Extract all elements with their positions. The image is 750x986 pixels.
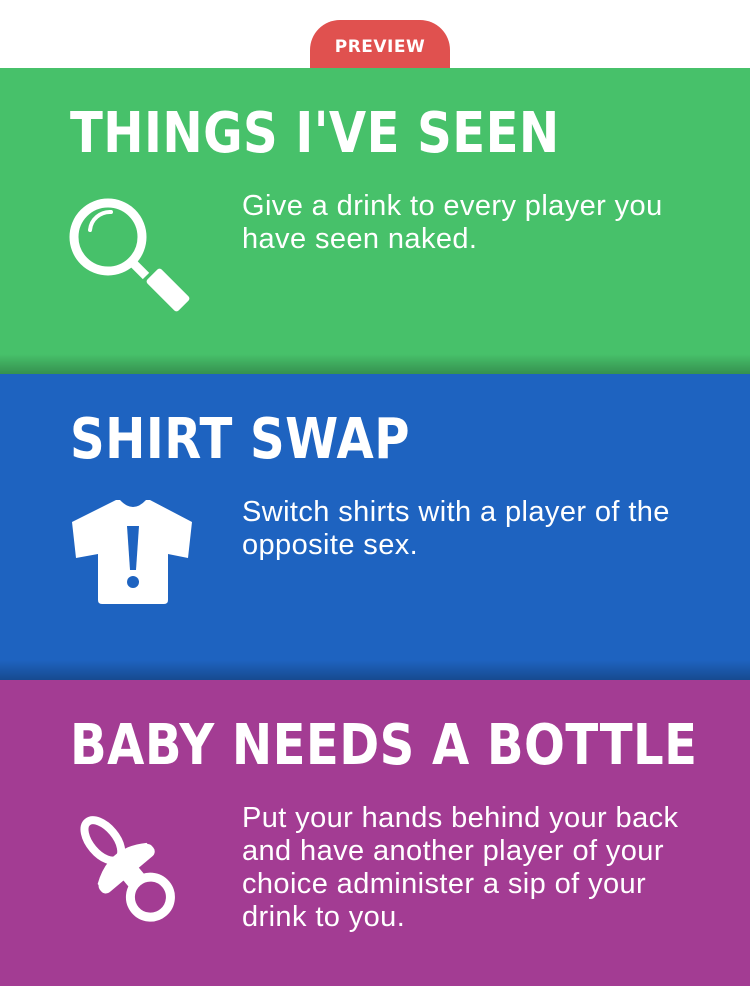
- card-things-ive-seen[interactable]: THINGS I'VE SEEN Give a drink to every p…: [0, 68, 750, 376]
- magnifying-glass-icon: [66, 190, 198, 322]
- shirt-exclamation-icon: [66, 496, 198, 628]
- card-baby-needs-a-bottle[interactable]: BABY NEEDS A BOTTLE Put your hands behin…: [0, 680, 750, 986]
- card-shirt-swap[interactable]: SHIRT SWAP Switch shirts with a player o…: [0, 374, 750, 682]
- card-description: Give a drink to every player you have se…: [242, 190, 663, 255]
- card-title: SHIRT SWAP: [70, 407, 410, 472]
- card-description: Put your hands behind your back and have…: [242, 802, 679, 933]
- pacifier-icon: [66, 802, 198, 934]
- card-title: BABY NEEDS A BOTTLE: [70, 713, 698, 778]
- card-description: Switch shirts with a player of the oppos…: [242, 496, 670, 561]
- card-title: THINGS I'VE SEEN: [70, 101, 560, 166]
